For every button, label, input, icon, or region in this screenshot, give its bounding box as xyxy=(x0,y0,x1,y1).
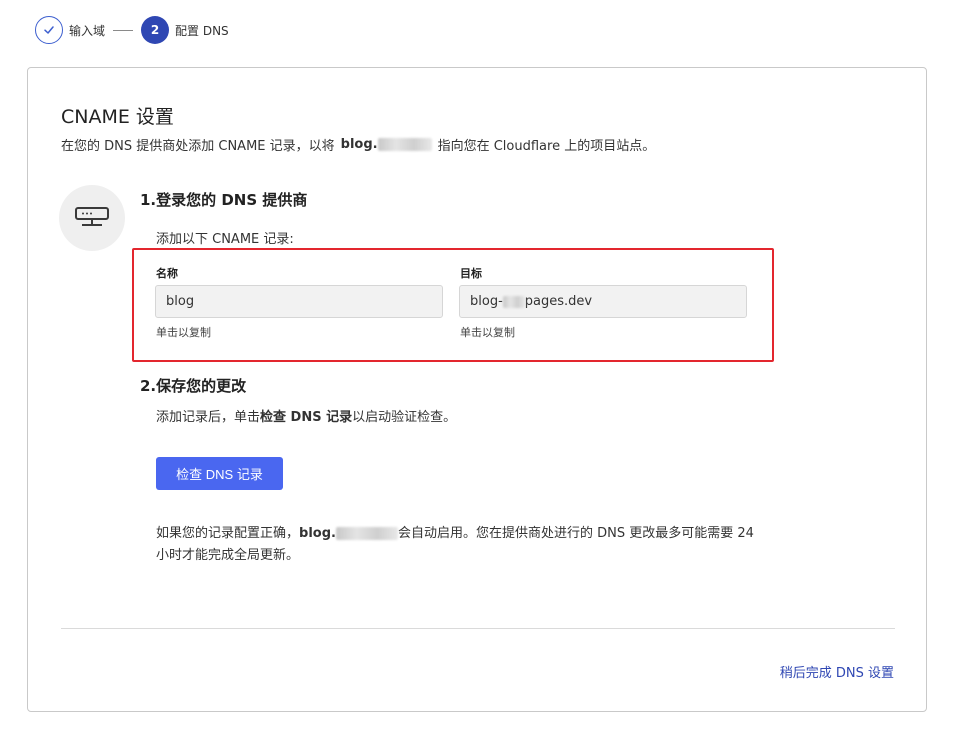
step-1-label[interactable]: 输入域 xyxy=(69,22,105,39)
target-copy-hint: 单击以复制 xyxy=(460,326,515,339)
desc-domain: blog. xyxy=(340,137,378,152)
check-dns-records-button[interactable]: 检查 DNS 记录 xyxy=(156,457,283,490)
step2-heading: 2.保存您的更改 xyxy=(140,377,247,395)
step2-instruction-prefix: 添加记录后，单击 xyxy=(156,410,261,425)
server-icon xyxy=(59,185,125,251)
redacted-target xyxy=(502,295,525,308)
target-copy-field[interactable]: blog- pages.dev xyxy=(459,285,747,318)
target-suffix: pages.dev xyxy=(524,294,593,309)
name-copy-hint: 单击以复制 xyxy=(156,326,211,339)
target-field-label: 目标 xyxy=(460,267,482,280)
cname-setup-card: CNAME 设置 在您的 DNS 提供商处添加 CNAME 记录，以将 blog… xyxy=(27,67,927,712)
step-connector xyxy=(113,29,134,31)
redacted-note-domain xyxy=(335,527,398,540)
stepper: 输入域 2 配置 DNS xyxy=(35,16,229,44)
card-title: CNAME 设置 xyxy=(61,106,174,128)
redacted-domain xyxy=(377,138,432,151)
step2-instruction-bold: 检查 DNS 记录 xyxy=(260,410,353,425)
step-1-check-icon[interactable] xyxy=(35,16,63,44)
activation-note: 如果您的记录配置正确，blog. 会自动启用。您在提供商处进行的 DNS 更改最多… xyxy=(156,523,756,567)
finish-later-link[interactable]: 稍后完成 DNS 设置 xyxy=(780,662,894,681)
divider xyxy=(61,628,895,629)
step1-heading: 1.登录您的 DNS 提供商 xyxy=(140,191,308,209)
note-domain: blog. xyxy=(299,526,336,541)
step2-instruction-suffix: 以启动验证检查。 xyxy=(352,410,457,425)
step-2-number: 2 xyxy=(141,16,170,44)
step2-instruction: 添加记录后，单击检查 DNS 记录以启动验证检查。 xyxy=(156,406,456,425)
target-prefix: blog- xyxy=(470,294,503,309)
step-2-label: 配置 DNS xyxy=(175,23,229,38)
name-copy-field[interactable]: blog xyxy=(155,285,443,318)
desc-prefix: 在您的 DNS 提供商处添加 CNAME 记录，以将 xyxy=(61,139,335,154)
note-prefix: 如果您的记录配置正确， xyxy=(156,526,300,541)
desc-suffix: 指向您在 Cloudflare 上的项目站点。 xyxy=(437,139,656,154)
name-value: blog xyxy=(166,294,195,309)
name-field-label: 名称 xyxy=(156,267,178,280)
card-description: 在您的 DNS 提供商处添加 CNAME 记录，以将 blog. 指向您在 Cl… xyxy=(61,135,655,154)
step1-instruction: 添加以下 CNAME 记录: xyxy=(156,232,294,247)
